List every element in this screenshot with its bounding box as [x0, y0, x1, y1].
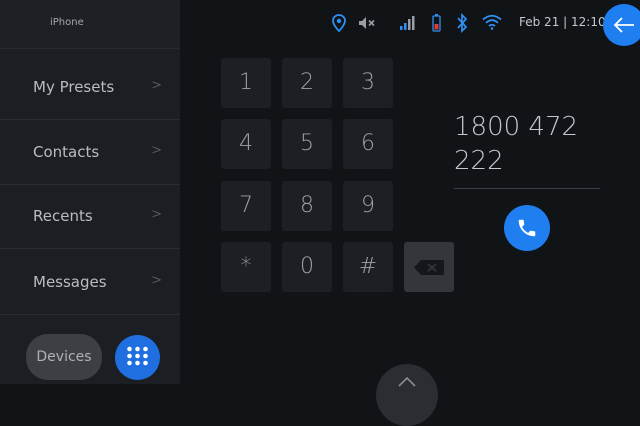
date-time: Feb 21 | 12:10 [519, 15, 606, 29]
call-button[interactable] [504, 205, 550, 251]
phone-icon [518, 219, 536, 237]
keypad-grid-icon [127, 346, 148, 366]
sidebar-item-my-presets[interactable]: My Presets > [0, 56, 180, 120]
key-8[interactable]: 8 [282, 181, 332, 231]
status-bar: Feb 21 | 12:10 [180, 0, 640, 48]
bluetooth-icon [457, 13, 468, 33]
battery-icon [432, 14, 441, 32]
backspace-button[interactable] [404, 242, 454, 292]
key-0[interactable]: 0 [282, 242, 332, 292]
wifi-icon [482, 14, 502, 30]
chevron-right-icon: > [151, 143, 162, 158]
key-7[interactable]: 7 [221, 181, 271, 231]
mute-icon [359, 17, 375, 29]
bottom-drawer-handle[interactable] [376, 364, 438, 426]
key-4[interactable]: 4 [221, 119, 271, 169]
sidebar-item-label: Messages [33, 273, 107, 291]
key-hash[interactable]: # [343, 242, 393, 292]
device-header: iPhone [0, 0, 180, 49]
key-2[interactable]: 2 [282, 58, 332, 108]
devices-button[interactable]: Devices [26, 334, 102, 380]
chevron-up-icon [398, 377, 416, 387]
keypad-button[interactable] [115, 335, 160, 380]
dialed-number: 1800 472 222 [454, 110, 604, 178]
key-5[interactable]: 5 [282, 119, 332, 169]
key-1[interactable]: 1 [221, 58, 271, 108]
key-star[interactable]: * [221, 242, 271, 292]
chevron-right-icon: > [151, 273, 162, 288]
arrow-left-icon [613, 17, 634, 33]
key-6[interactable]: 6 [343, 119, 393, 169]
location-pin-icon [332, 14, 346, 32]
backspace-icon [414, 260, 444, 275]
number-divider [454, 188, 600, 189]
dialed-number-line-1: 1800 472 [454, 112, 579, 142]
dialed-number-line-2: 222 [454, 146, 504, 176]
sidebar: iPhone My Presets > Contacts > Recents >… [0, 0, 180, 384]
sidebar-item-recents[interactable]: Recents > [0, 185, 180, 249]
chevron-right-icon: > [151, 207, 162, 222]
sidebar-item-label: Recents [33, 207, 93, 225]
sidebar-item-messages[interactable]: Messages > [0, 251, 180, 315]
signal-icon [400, 16, 415, 30]
sidebar-item-label: Contacts [33, 143, 100, 161]
key-9[interactable]: 9 [343, 181, 393, 231]
sidebar-item-contacts[interactable]: Contacts > [0, 121, 180, 185]
device-name: iPhone [50, 17, 84, 28]
sidebar-item-label: My Presets [33, 78, 115, 96]
chevron-right-icon: > [151, 78, 162, 93]
back-button[interactable] [603, 4, 640, 46]
key-3[interactable]: 3 [343, 58, 393, 108]
